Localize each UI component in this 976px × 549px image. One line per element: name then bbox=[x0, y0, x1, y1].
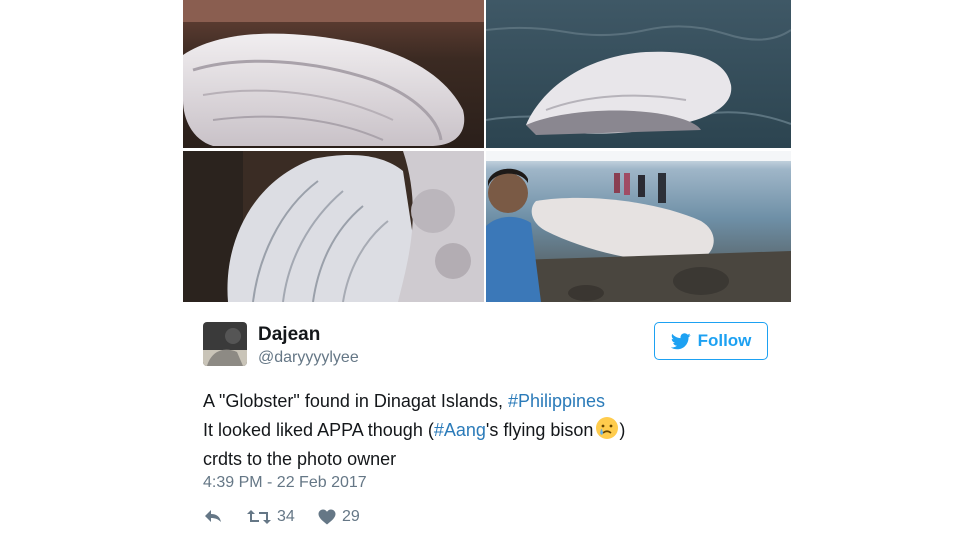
tweet-line-1-text: A "Globster" found in Dinagat Islands, bbox=[203, 391, 508, 411]
crying-face-icon bbox=[596, 417, 619, 439]
tweet-line-1: A "Globster" found in Dinagat Islands, #… bbox=[203, 387, 783, 416]
tweet-line-2-pre: It looked liked APPA though ( bbox=[203, 420, 434, 440]
avatar[interactable] bbox=[203, 322, 247, 366]
photo-2[interactable] bbox=[486, 0, 791, 148]
user-handle[interactable]: @daryyyylyee bbox=[258, 349, 359, 367]
embedded-tweet: Dajean @daryyyylyee Follow A "Globster" … bbox=[183, 0, 791, 549]
tweet-line-3: crdts to the photo owner bbox=[203, 449, 397, 469]
follow-label: Follow bbox=[697, 331, 752, 350]
hashtag-philippines[interactable]: #Philippines bbox=[508, 391, 605, 411]
retweet-icon bbox=[247, 510, 271, 524]
heart-icon bbox=[318, 509, 336, 525]
tweet-line-2: It looked liked APPA though (#Aang's fly… bbox=[203, 416, 783, 445]
like-button[interactable]: 29 bbox=[318, 508, 360, 526]
photo-grid bbox=[183, 0, 791, 302]
tweet-line-2-mid: 's flying bison bbox=[485, 420, 594, 440]
display-name[interactable]: Dajean bbox=[258, 324, 320, 346]
tweet-line-2-post: ) bbox=[619, 420, 626, 440]
retweet-count: 34 bbox=[277, 508, 295, 525]
reply-icon bbox=[205, 510, 221, 522]
follow-button[interactable]: Follow bbox=[654, 322, 768, 360]
hashtag-aang[interactable]: #Aang bbox=[434, 420, 486, 440]
retweet-button[interactable]: 34 bbox=[247, 508, 295, 526]
like-count: 29 bbox=[342, 508, 360, 525]
reply-button[interactable] bbox=[203, 508, 223, 524]
tweet-text: A "Globster" found in Dinagat Islands, #… bbox=[203, 387, 783, 474]
photo-3[interactable] bbox=[183, 151, 484, 302]
photo-1[interactable] bbox=[183, 0, 484, 148]
tweet-timestamp[interactable]: 4:39 PM - 22 Feb 2017 bbox=[203, 474, 367, 492]
twitter-bird-icon bbox=[670, 332, 691, 349]
photo-4[interactable] bbox=[486, 151, 791, 302]
